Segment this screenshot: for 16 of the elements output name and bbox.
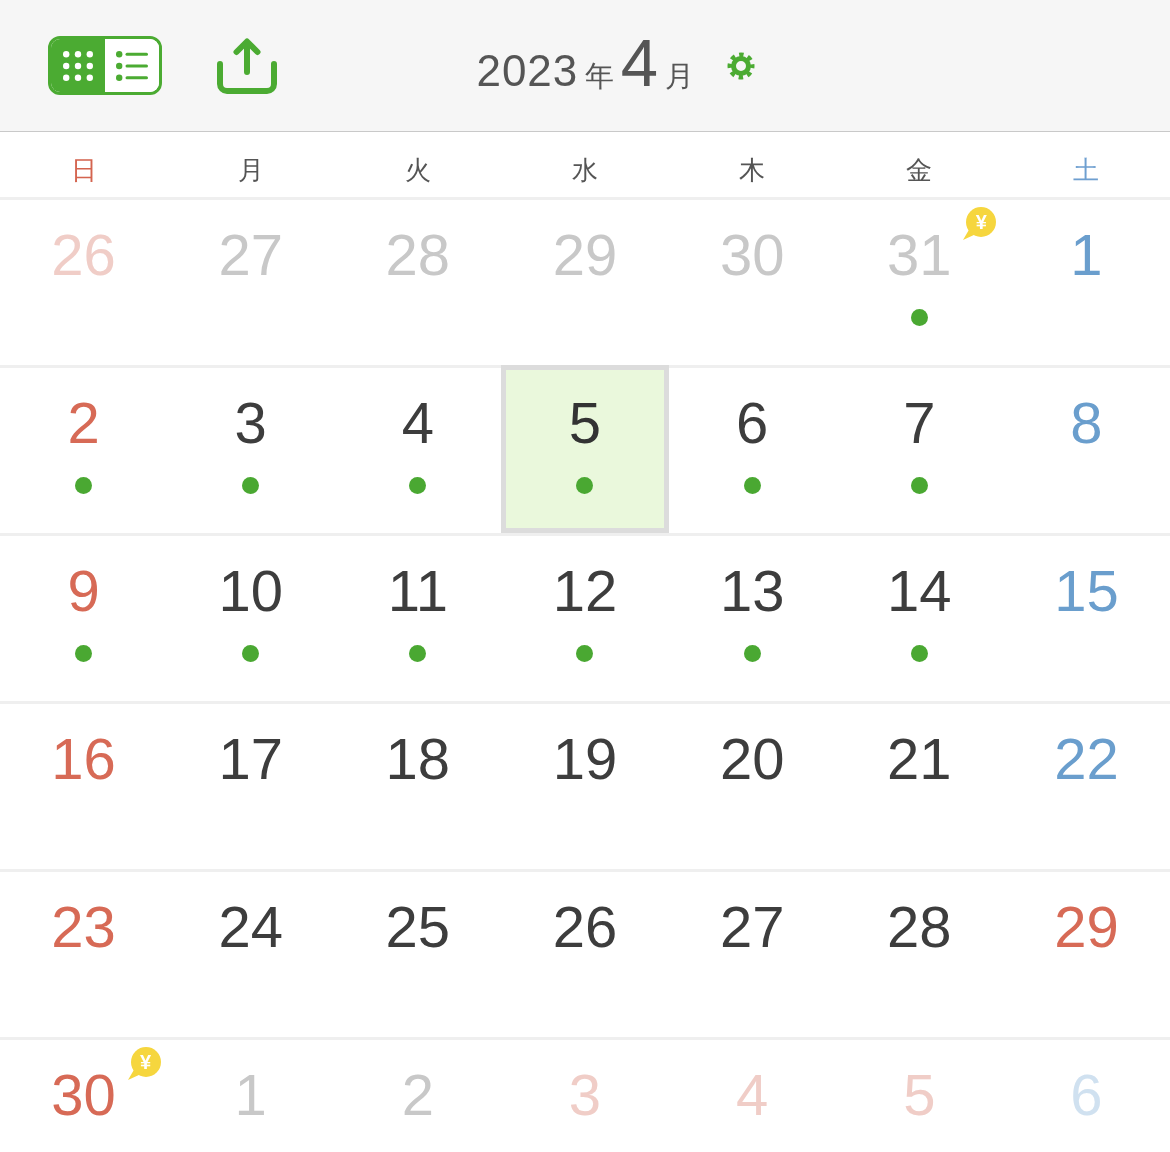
grid-icon: [63, 50, 93, 81]
share-icon: [217, 37, 277, 94]
day-cell[interactable]: 5: [501, 365, 669, 533]
month-title: 2023 年 4 月: [476, 24, 694, 101]
list-icon: [116, 50, 148, 81]
weekday-label: 土: [1073, 157, 1100, 183]
weekday-label: 火: [404, 157, 431, 183]
weekday-label: 日: [70, 157, 97, 183]
weekday-label: 金: [906, 157, 933, 183]
share-button[interactable]: [217, 37, 277, 94]
settings-button[interactable]: [726, 51, 755, 80]
weekday-label: 木: [739, 157, 766, 183]
grid-view-button[interactable]: [51, 39, 105, 92]
weekday-label: 水: [572, 157, 598, 183]
weekday-label: 月: [237, 157, 264, 183]
settings-icon: [726, 51, 755, 80]
